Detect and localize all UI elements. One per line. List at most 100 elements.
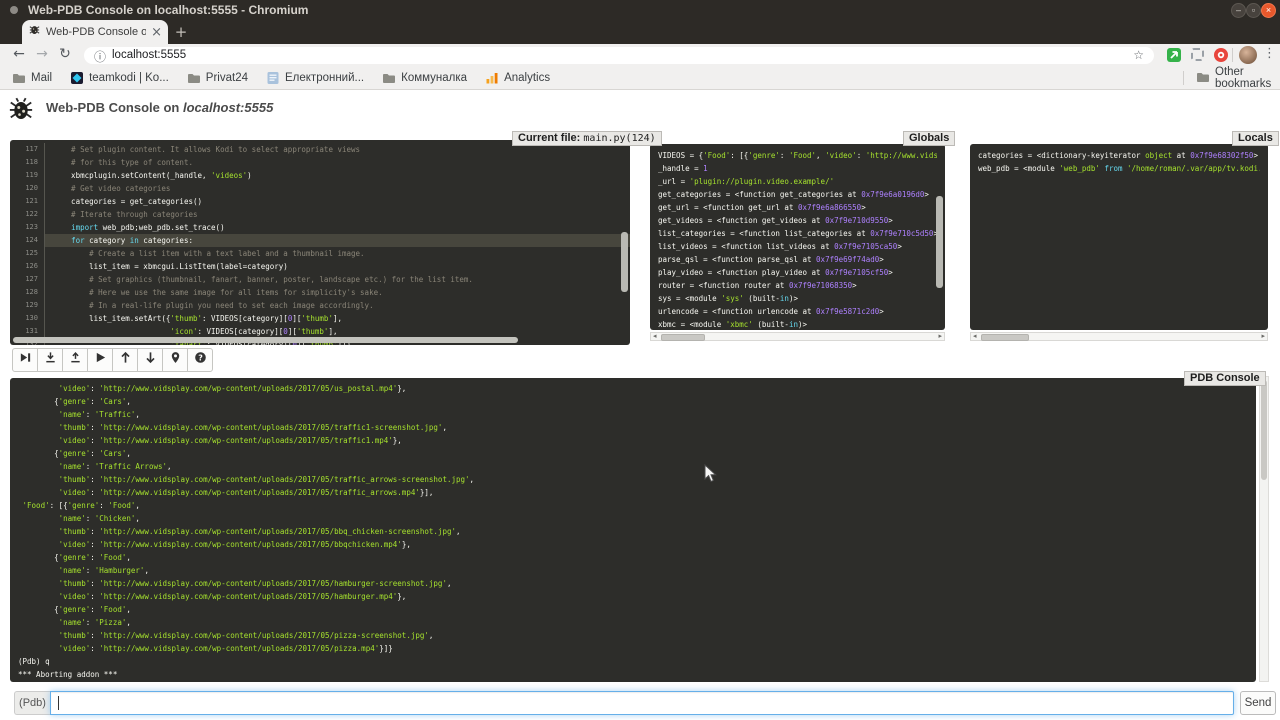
console-line: 'name': 'Hamburger',	[18, 564, 1248, 577]
console-line: 'name': 'Traffic Arrows',	[18, 460, 1248, 473]
return-button[interactable]	[62, 348, 88, 372]
text-caret	[58, 696, 59, 710]
bookmark-folder[interactable]: Mail	[12, 71, 52, 85]
address-bar[interactable]: ⓘ localhost:5555 ☆	[84, 47, 1154, 64]
console-line: 'video': 'http://www.vidsplay.com/wp-con…	[18, 642, 1248, 655]
profile-avatar[interactable]	[1239, 46, 1257, 64]
globals-vertical-scrollbar[interactable]	[936, 196, 943, 288]
pdb-prompt-label: (Pdb)	[14, 691, 50, 715]
console-line: (Pdb) q	[18, 655, 1248, 668]
minimize-button[interactable]: –	[1231, 3, 1246, 18]
variable-line: get_url = <function get_url at 0x7f9e6a8…	[658, 201, 937, 214]
variable-line: sys = <module 'sys' (built-in)>	[658, 292, 937, 305]
console-line: 'thumb': 'http://www.vidsplay.com/wp-con…	[18, 629, 1248, 642]
browser-menu-icon[interactable]: ⋮	[1263, 46, 1276, 61]
console-line: 'video': 'http://www.vidsplay.com/wp-con…	[18, 382, 1248, 395]
console-vertical-scrollbar[interactable]	[1259, 376, 1269, 682]
globals-panel: VIDEOS = {'Food': [{'genre': 'Food', 'vi…	[650, 144, 945, 330]
variable-line: xbmc = <module 'xbmc' (built-in)>	[658, 318, 937, 330]
bookmark-label: Коммуналка	[401, 72, 467, 84]
new-tab-button[interactable]: +	[172, 23, 190, 41]
reload-icon[interactable]: ↻	[56, 46, 74, 62]
other-bookmarks-button[interactable]: Other bookmarks	[1196, 67, 1280, 89]
close-button[interactable]: ×	[1261, 3, 1276, 18]
extension-green-icon[interactable]	[1166, 47, 1182, 63]
folder-icon	[1196, 70, 1210, 87]
bookmark-folder[interactable]: Privat24	[187, 71, 248, 85]
app-icon	[10, 6, 18, 14]
forward-icon[interactable]: →	[33, 46, 51, 62]
site-info-icon[interactable]: ⓘ	[94, 48, 106, 65]
bookmark-folder[interactable]: Коммуналка	[382, 71, 467, 85]
scroll-left-icon[interactable]: ◂	[973, 332, 977, 340]
tab-strip: Web-PDB Console on loca × +	[0, 20, 1280, 44]
code-line: 119 xbmcplugin.setContent(_handle, 'vide…	[10, 169, 630, 182]
folder-icon	[382, 71, 396, 85]
code-vertical-scrollbar[interactable]	[621, 232, 628, 292]
bookmark-label: Privat24	[206, 72, 248, 84]
console-line: 'name': 'Pizza',	[18, 616, 1248, 629]
bookmark-label: Електронний...	[285, 72, 364, 84]
bookmark-star-icon[interactable]: ☆	[1133, 48, 1144, 62]
locals-horizontal-scrollbar[interactable]: ◂ ▸	[970, 332, 1268, 341]
bookmarks-bar: Mail teamkodi | Ko... Privat24 Електронний.…	[0, 67, 1280, 90]
globals-horizontal-scrollbar[interactable]: ◂ ▸	[650, 332, 945, 341]
variable-line: urlencode = <function urlencode at 0x7f9…	[658, 305, 937, 318]
scroll-left-icon[interactable]: ◂	[653, 332, 657, 340]
scroll-right-icon[interactable]: ▸	[1261, 332, 1265, 340]
window-title: Web-PDB Console on localhost:5555 - Chro…	[28, 3, 308, 17]
pdb-console-panel: 'video': 'http://www.vidsplay.com/wp-con…	[10, 378, 1256, 682]
up-button[interactable]	[112, 348, 138, 372]
code-line: 125 # Create a list item with a text lab…	[10, 247, 630, 260]
code-horizontal-scrollbar[interactable]	[13, 337, 518, 343]
tab-close-icon[interactable]: ×	[151, 26, 162, 39]
locals-panel: categories = <dictionary-keyiterator obj…	[970, 144, 1268, 330]
bookmark-analytics[interactable]: Analytics	[485, 71, 550, 85]
globals-label: Globals	[903, 131, 955, 146]
bookmarks-list: Mail teamkodi | Ko... Privat24 Електронний.…	[12, 67, 550, 89]
send-button[interactable]: Send	[1240, 691, 1276, 715]
next-button[interactable]	[12, 348, 38, 372]
code-line: 120 # Get video categories	[10, 182, 630, 195]
back-icon[interactable]: ←	[10, 46, 28, 62]
pdb-command-input[interactable]	[50, 691, 1234, 715]
browser-toolbar: ← → ↻ ⓘ localhost:5555 ☆ ⋮	[0, 44, 1280, 67]
doc-icon	[266, 71, 280, 85]
extension-placeholder-icon[interactable]	[1191, 48, 1204, 61]
console-line: *** Aborting addon ***	[18, 668, 1248, 681]
code-line: 123 import web_pdb;web_pdb.set_trace()	[10, 221, 630, 234]
extension-red-icon[interactable]	[1213, 47, 1229, 63]
down-button[interactable]	[137, 348, 163, 372]
arrow-up-icon	[119, 351, 132, 369]
bookmark-doc[interactable]: Електронний...	[266, 71, 364, 85]
scroll-right-icon[interactable]: ▸	[938, 332, 942, 340]
code-line: 127 # Set graphics (thumbnail, fanart, b…	[10, 273, 630, 286]
bookmark-label: Mail	[31, 72, 52, 84]
variable-line: parse_qsl = <function parse_qsl at 0x7f9…	[658, 253, 937, 266]
maximize-button[interactable]: ▫	[1246, 3, 1261, 18]
console-line: {'genre': 'Cars',	[18, 447, 1248, 460]
browser-tab[interactable]: Web-PDB Console on loca ×	[22, 20, 168, 44]
bookmark-kodi[interactable]: teamkodi | Ko...	[70, 71, 169, 85]
console-line: 'thumb': 'http://www.vidsplay.com/wp-con…	[18, 525, 1248, 538]
bookmark-label: teamkodi | Ko...	[89, 72, 169, 84]
url-text[interactable]: localhost:5555	[112, 49, 186, 61]
toolbar-separator	[1232, 48, 1233, 62]
continue-button[interactable]	[87, 348, 113, 372]
code-line: 121 categories = get_categories()	[10, 195, 630, 208]
step-button[interactable]	[37, 348, 63, 372]
folder-icon	[187, 71, 201, 85]
code-line: 128 # Here we use the same image for all…	[10, 286, 630, 299]
where-button[interactable]	[162, 348, 188, 372]
web-pdb-logo-bug-icon	[8, 96, 34, 127]
code-line: 129 # In a real-life plugin you need to …	[10, 299, 630, 312]
console-line: {'genre': 'Food',	[18, 551, 1248, 564]
variable-line: _url = 'plugin://plugin.video.example/'	[658, 175, 937, 188]
variable-line: list_videos = <function list_videos at 0…	[658, 240, 937, 253]
step-into-icon	[44, 351, 57, 369]
help-button[interactable]: ?	[187, 348, 213, 372]
bookmark-label: Analytics	[504, 72, 550, 84]
code-line: 118 # for this type of content.	[10, 156, 630, 169]
locals-lines: categories = <dictionary-keyiterator obj…	[970, 144, 1268, 175]
console-line: {'genre': 'Cars',	[18, 395, 1248, 408]
